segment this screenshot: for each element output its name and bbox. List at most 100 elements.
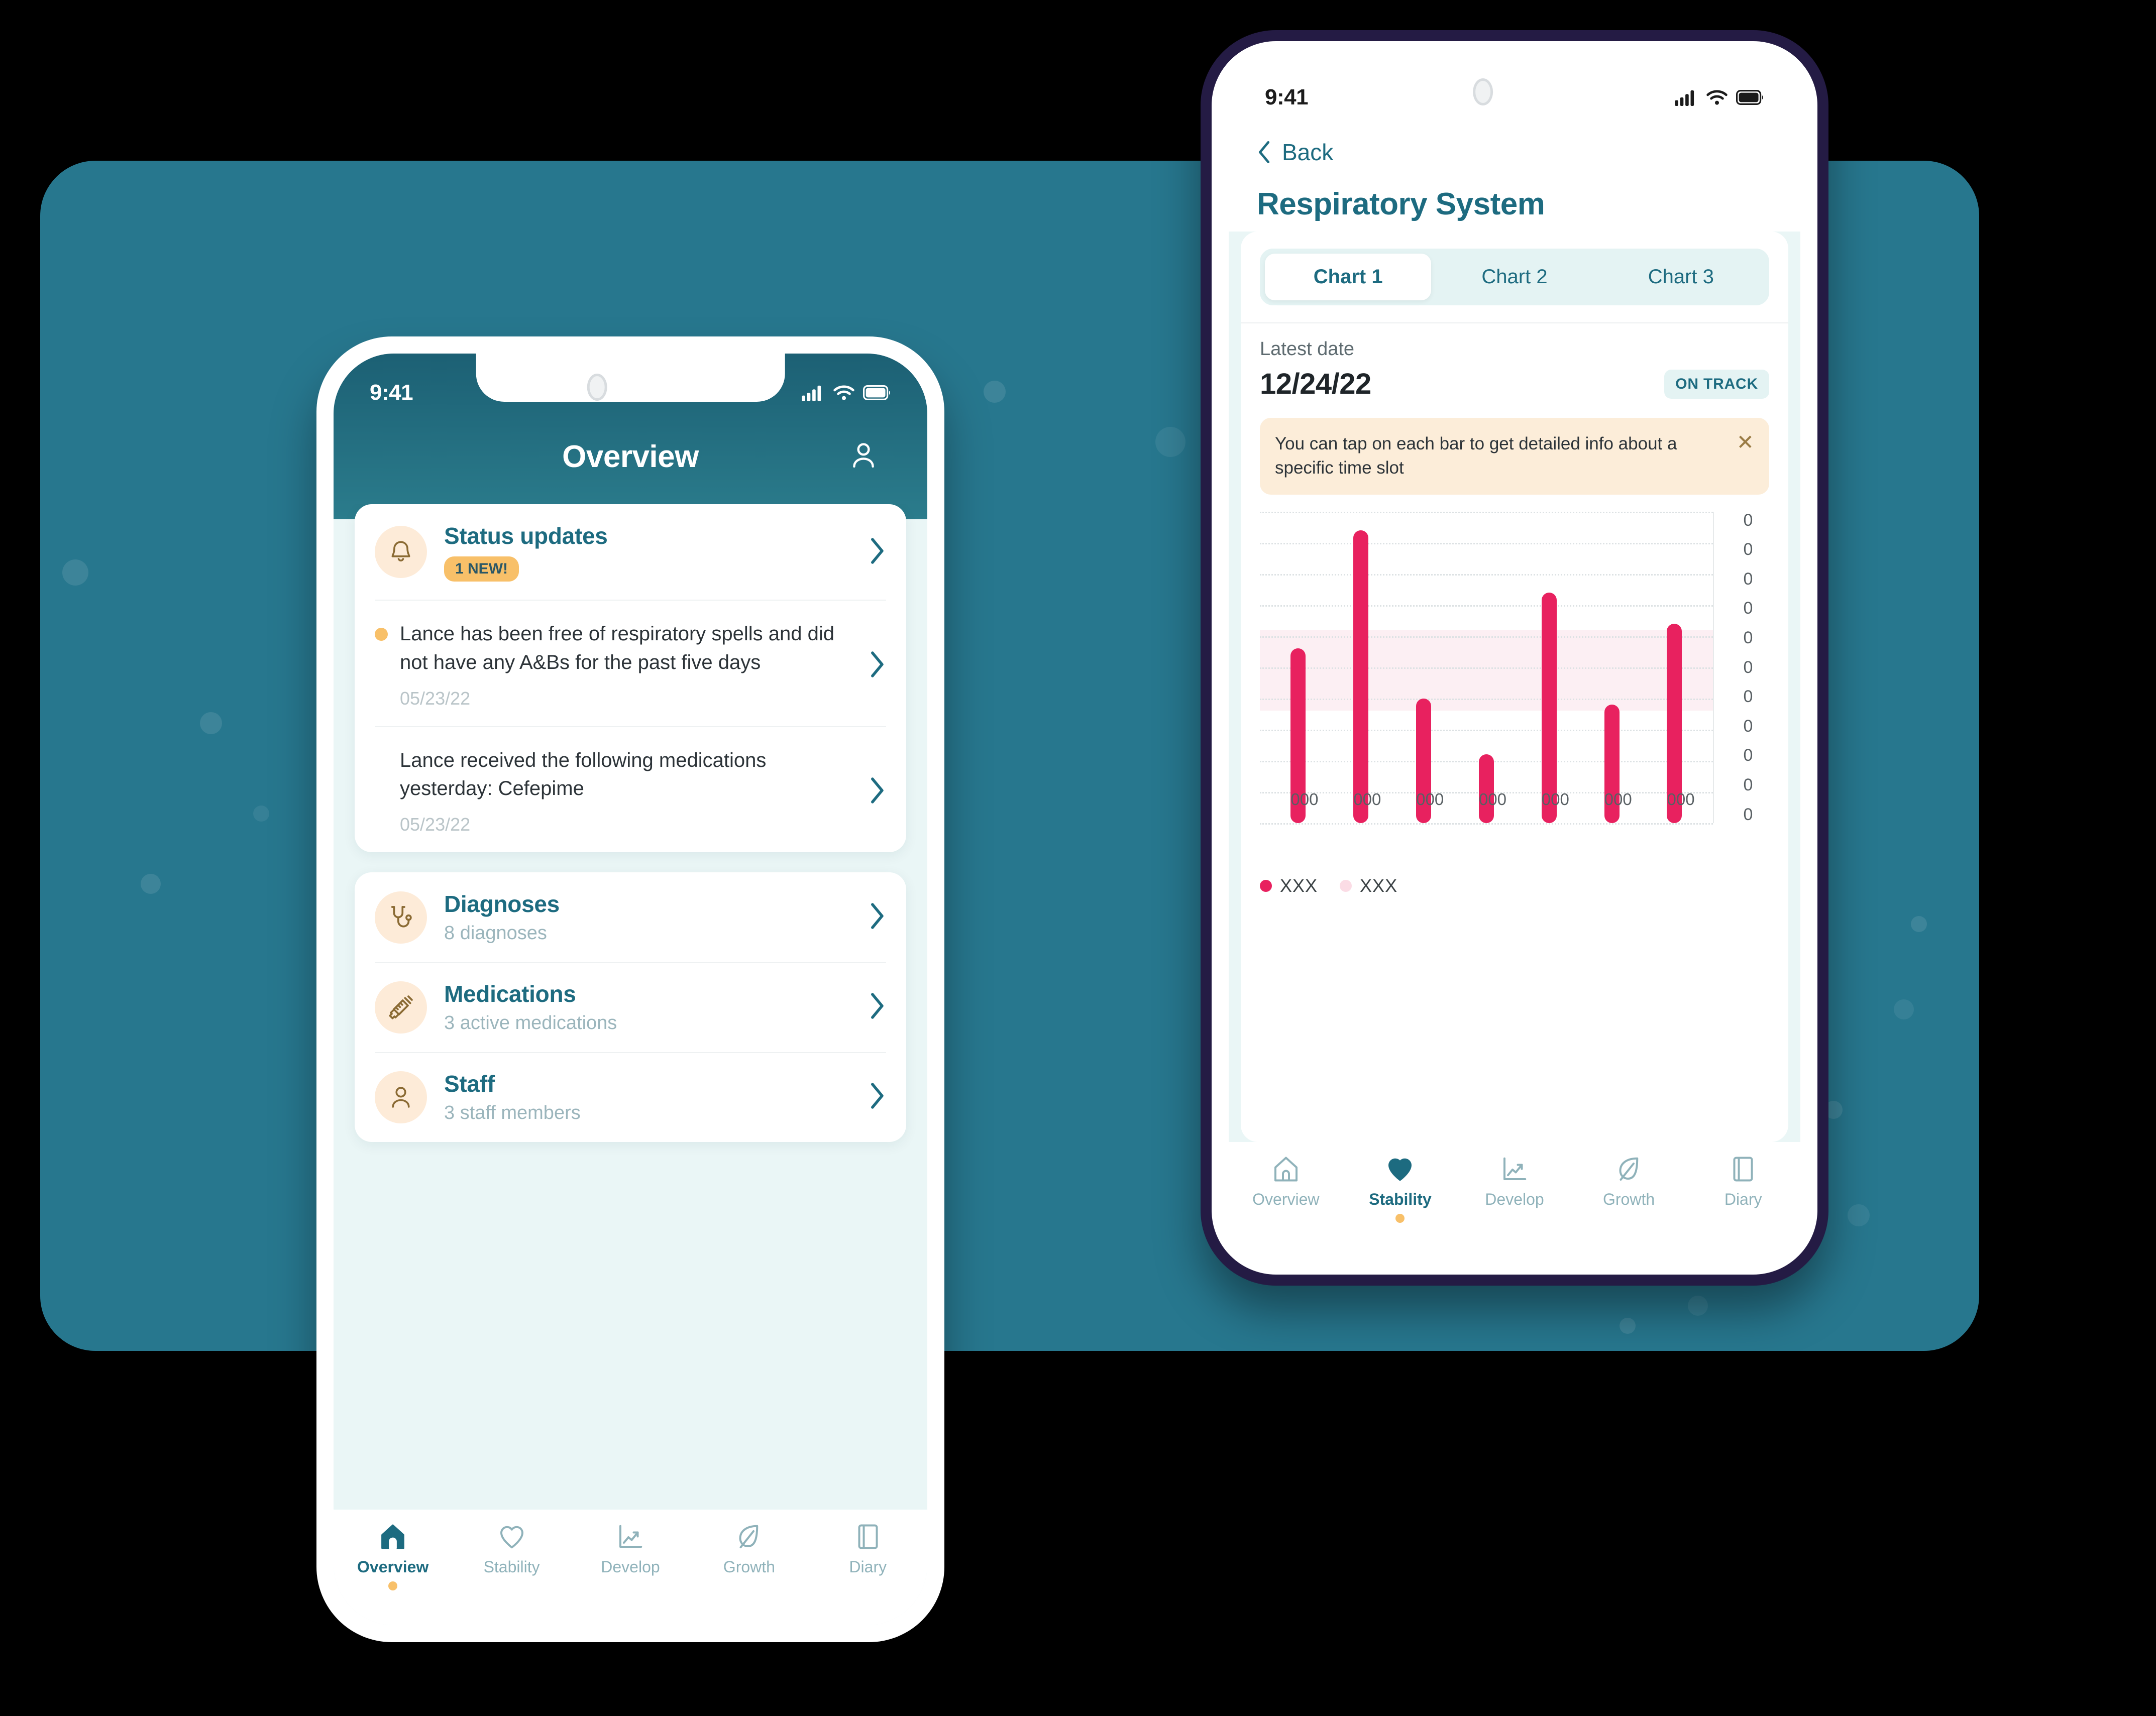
- chevron-right-icon[interactable]: [860, 902, 886, 933]
- tab-chart-2[interactable]: Chart 2: [1431, 254, 1597, 300]
- y-axis-tick-label: 0: [1743, 775, 1753, 794]
- x-axis-tick-label: 000: [1667, 789, 1695, 809]
- bar[interactable]: [1541, 592, 1557, 823]
- back-button[interactable]: Back: [1257, 139, 1333, 166]
- tab-chart-3[interactable]: Chart 3: [1598, 254, 1764, 300]
- tip-banner: You can tap on each bar to get detailed …: [1260, 418, 1769, 495]
- chevron-right-icon[interactable]: [860, 776, 886, 805]
- y-axis-tick-label: 0: [1743, 805, 1753, 824]
- status-bar-icons: [802, 384, 891, 401]
- chevron-right-icon[interactable]: [860, 1082, 886, 1112]
- battery-icon: [1736, 90, 1763, 105]
- active-tab-dot: [388, 1581, 398, 1590]
- chart-plot-area: 000 000 000 000 000 000 000: [1260, 511, 1714, 825]
- bar[interactable]: [1353, 530, 1369, 823]
- heart-icon: [1388, 1158, 1412, 1181]
- chart-x-axis: 000 000 000 000 000 000 000: [1260, 790, 1713, 809]
- bar[interactable]: [1478, 754, 1494, 823]
- book-icon: [858, 1524, 878, 1549]
- status-updates-header[interactable]: Status updates 1 NEW!: [355, 504, 906, 600]
- tab-stability[interactable]: Stability: [452, 1522, 571, 1576]
- person-icon: [375, 1071, 427, 1123]
- tab-growth[interactable]: Growth: [1572, 1154, 1686, 1209]
- battery-icon: [863, 385, 890, 400]
- status-bar: 9:41: [1229, 58, 1800, 124]
- menu-row-text: Staff 3 staff members: [427, 1070, 860, 1124]
- chevron-right-icon[interactable]: [860, 537, 886, 567]
- tab-label: Stability: [483, 1558, 540, 1576]
- chevron-right-icon[interactable]: [860, 650, 886, 678]
- decorative-dot: [253, 806, 269, 822]
- phone-respiratory-screen: 9:41 Back Respiratory System Chart 1 Cha…: [1229, 58, 1800, 1257]
- decorative-dot: [1688, 1296, 1708, 1316]
- decorative-dot: [62, 559, 88, 586]
- unread-dot: [375, 628, 388, 641]
- legend-item: XXX: [1260, 875, 1318, 896]
- status-updates-title: Status updates: [444, 523, 608, 549]
- menu-row-medications[interactable]: Medications 3 active medications: [355, 962, 906, 1052]
- decorative-dot: [1911, 916, 1927, 932]
- bell-icon: [375, 526, 427, 578]
- list-item-text: Lance received the following medications…: [400, 749, 767, 800]
- list-item-body: Lance received the following medications…: [388, 746, 860, 836]
- tab-chart-1[interactable]: Chart 1: [1265, 254, 1432, 300]
- divider: [1241, 322, 1788, 323]
- phone-overview-screen: 9:41 Overview Status updates 1 NEW! Lanc…: [334, 354, 927, 1625]
- list-item[interactable]: Lance received the following medications…: [355, 726, 906, 853]
- profile-icon[interactable]: [848, 440, 879, 474]
- chevron-right-icon[interactable]: [860, 992, 886, 1022]
- status-bar-icons: [1675, 89, 1764, 106]
- y-axis-tick-label: 0: [1743, 628, 1753, 647]
- phone-respiratory: 9:41 Back Respiratory System Chart 1 Cha…: [1201, 30, 1828, 1286]
- menu-row-subtitle: 3 active medications: [444, 1012, 617, 1034]
- x-axis-tick-label: 000: [1290, 789, 1319, 809]
- leaf-icon: [1619, 1157, 1638, 1181]
- menu-row-staff[interactable]: Staff 3 staff members: [355, 1052, 906, 1142]
- menu-row-diagnoses[interactable]: Diagnoses 8 diagnoses: [355, 872, 906, 962]
- chart-legend: XXX XXX: [1260, 875, 1769, 896]
- tab-diary[interactable]: Diary: [1686, 1154, 1800, 1209]
- tab-growth[interactable]: Growth: [690, 1522, 808, 1576]
- tab-overview[interactable]: Overview: [1229, 1154, 1343, 1209]
- chart-bars: [1260, 512, 1713, 823]
- trend-chart-icon: [1503, 1157, 1527, 1180]
- decorative-dot: [1620, 1318, 1636, 1334]
- list-item-date: 05/23/22: [400, 688, 471, 709]
- status-bar-time: 9:41: [1265, 85, 1309, 109]
- tab-develop[interactable]: Develop: [1457, 1154, 1572, 1209]
- tab-overview[interactable]: Overview: [334, 1522, 452, 1590]
- list-item[interactable]: Lance has been free of respiratory spell…: [355, 600, 906, 726]
- x-axis-tick-label: 000: [1416, 789, 1444, 809]
- chart-y-axis: 0 0 0 0 0 0 0 0 0 0 0: [1714, 512, 1769, 823]
- menu-row-title: Diagnoses: [444, 891, 560, 918]
- cellular-icon: [802, 385, 821, 401]
- tab-label: Diary: [1724, 1190, 1762, 1208]
- chart-card: Chart 1 Chart 2 Chart 3 Latest date 12/2…: [1241, 232, 1788, 1142]
- trend-chart-icon: [619, 1525, 642, 1548]
- active-tab-dot: [1395, 1214, 1405, 1223]
- status-badge: 1 NEW!: [444, 556, 519, 582]
- respiratory-content: Chart 1 Chart 2 Chart 3 Latest date 12/2…: [1229, 232, 1800, 1142]
- x-axis-tick-label: 000: [1478, 789, 1507, 809]
- wifi-icon: [833, 385, 854, 400]
- x-axis-tick-label: 000: [1353, 789, 1381, 809]
- close-icon[interactable]: ✕: [1737, 432, 1754, 453]
- legend-label: XXX: [1360, 875, 1398, 896]
- tab-label: Overview: [1252, 1190, 1320, 1208]
- y-axis-tick-label: 0: [1743, 687, 1753, 707]
- latest-date-row: 12/24/22 ON TRACK: [1260, 367, 1769, 401]
- tab-label: Growth: [1603, 1190, 1655, 1208]
- wifi-icon: [1706, 90, 1728, 105]
- status-bar-time: 9:41: [370, 380, 413, 405]
- tab-stability[interactable]: Stability: [1343, 1154, 1458, 1223]
- legend-swatch: [1260, 879, 1272, 892]
- menu-card: Diagnoses 8 diagnoses Medications 3 acti…: [355, 872, 906, 1142]
- page-title: Overview: [562, 439, 699, 474]
- list-item-body: Lance has been free of respiratory spell…: [388, 620, 860, 709]
- decorative-dot: [1848, 1204, 1870, 1226]
- stethoscope-icon: [375, 891, 427, 944]
- tab-diary[interactable]: Diary: [809, 1522, 927, 1576]
- chevron-left-icon: [1258, 141, 1270, 164]
- tab-develop[interactable]: Develop: [571, 1522, 690, 1576]
- bar-chart: 000 000 000 000 000 000 000 00000000000: [1260, 511, 1769, 863]
